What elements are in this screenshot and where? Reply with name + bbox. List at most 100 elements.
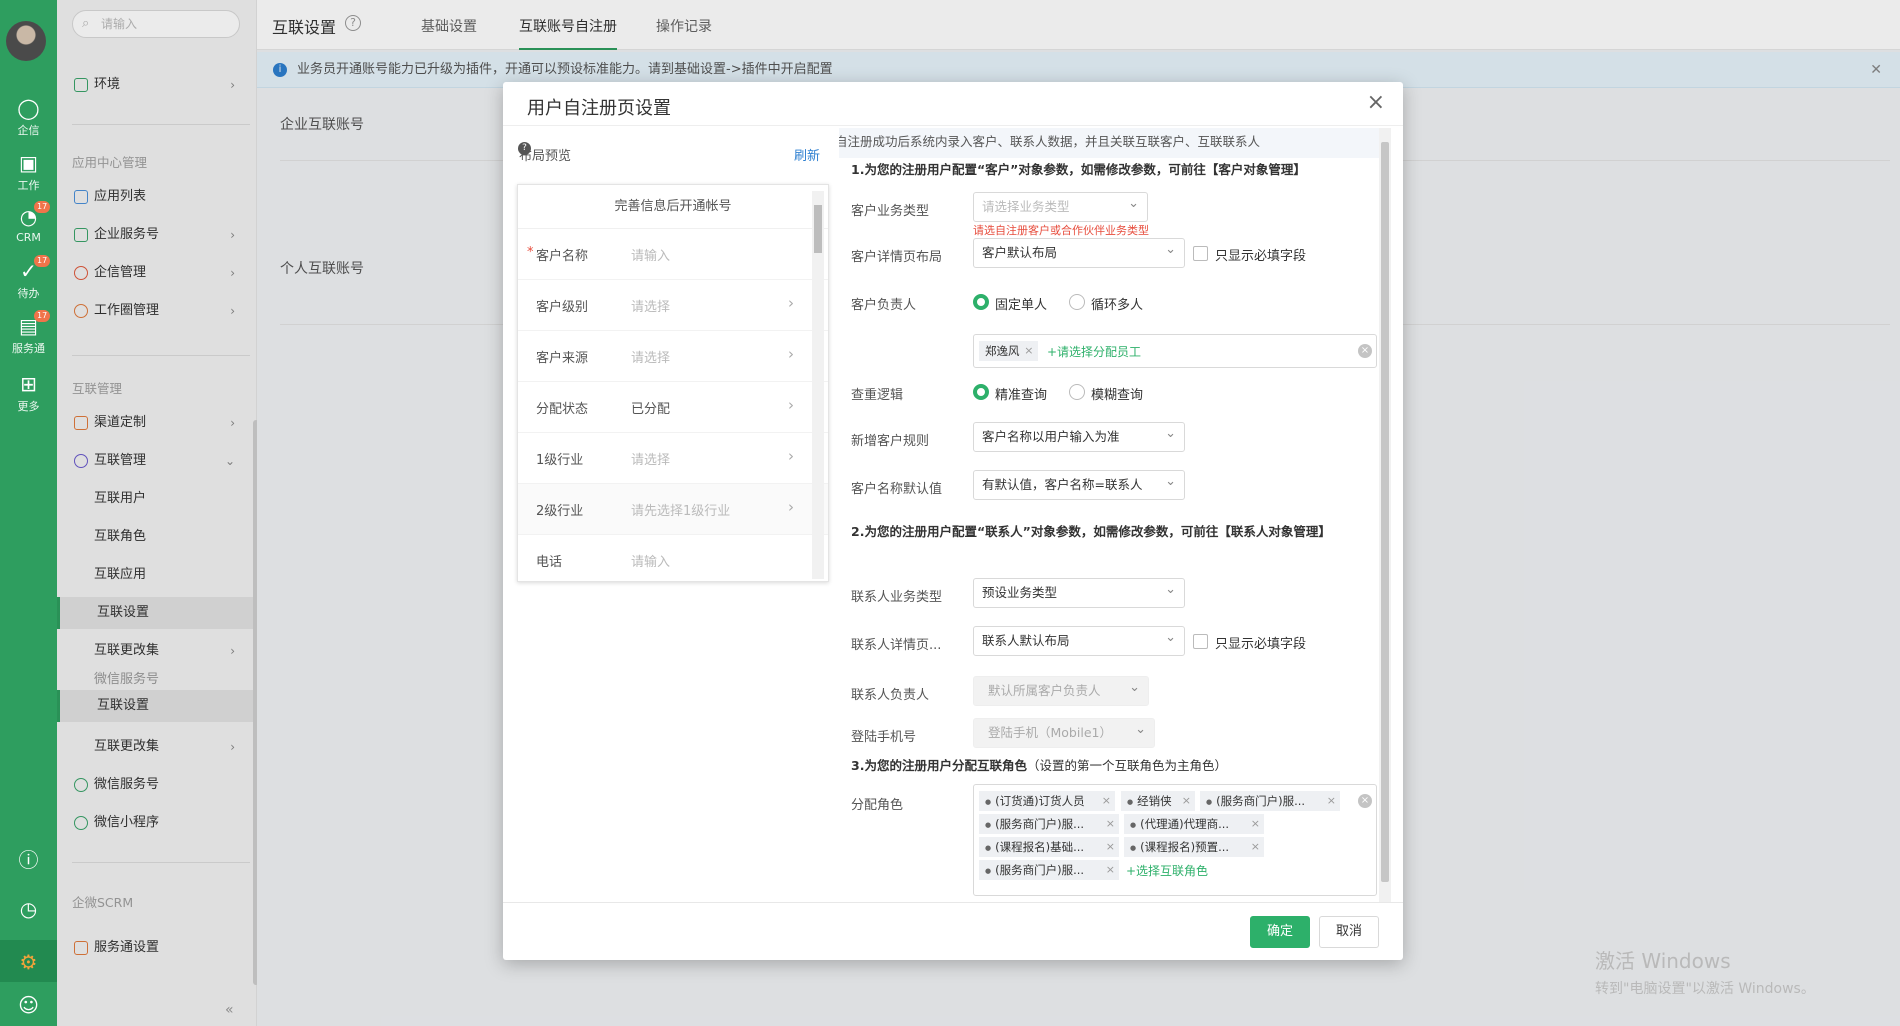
form-scroll-thumb[interactable] xyxy=(1381,142,1389,882)
remove-tag-icon[interactable]: × xyxy=(1102,791,1111,811)
remove-tag-icon[interactable]: × xyxy=(1106,837,1115,857)
customer-layout-value: 客户默认布局 xyxy=(982,245,1058,260)
preview-row-label: 客户来源 xyxy=(536,351,589,366)
add-staff-link[interactable]: +请选择分配员工 xyxy=(1047,343,1141,360)
role-tag: (服务商门户)服... × xyxy=(979,814,1119,834)
role-tag-text: 经销侠 xyxy=(1137,794,1172,808)
contact-owner-label: 联系人负责人 xyxy=(851,688,930,703)
user-settings-button[interactable]: ☺ xyxy=(0,993,57,1019)
contact-layout-value: 联系人默认布局 xyxy=(982,633,1070,648)
rail-label: 待办 xyxy=(17,287,40,300)
role-tag-text: (课程报名)基础... xyxy=(995,840,1085,854)
remove-tag-icon[interactable]: × xyxy=(1251,837,1260,857)
clear-icon[interactable]: × xyxy=(1358,794,1372,808)
login-phone-select: 登陆手机（Mobile1） xyxy=(973,718,1155,748)
help-icon: ⓘ xyxy=(18,848,39,872)
preview-row-label: 客户名称 xyxy=(527,245,588,264)
preview-row-value: 请先选择1级行业 xyxy=(631,504,731,519)
preview-scroll-thumb[interactable] xyxy=(814,205,822,253)
rail-item-crm[interactable]: ◔ 17 CRM xyxy=(0,201,57,244)
role-tag-text: (服务商门户)服... xyxy=(995,863,1085,877)
preview-row: 分配状态 已分配 › xyxy=(518,382,828,433)
rail-item-todo[interactable]: ✓ 17 待办 xyxy=(0,255,57,301)
help-button[interactable]: ⓘ xyxy=(0,848,57,874)
remove-tag-icon[interactable]: × xyxy=(1251,814,1260,834)
watermark-line1: 激活 Windows xyxy=(1595,949,1731,973)
chat-bubble-icon: ◯ xyxy=(17,96,40,120)
contact-type-select[interactable]: 预设业务类型 xyxy=(973,578,1185,608)
required-only-checkbox-2[interactable]: 只显示必填字段 xyxy=(1193,633,1306,652)
owner-rotate-radio[interactable]: 循环多人 xyxy=(1069,294,1143,313)
chevron-right-icon: › xyxy=(788,396,794,414)
contact-layout-select[interactable]: 联系人默认布局 xyxy=(973,626,1185,656)
checkbox-label: 只显示必填字段 xyxy=(1215,249,1307,264)
dedup-label: 查重逻辑 xyxy=(851,388,904,403)
role-field[interactable]: (订货通)订货人员 × 经销侠 × (服务商门户)服... × (服务商门户)服...… xyxy=(973,784,1377,896)
info-banner: 自注册成功后系统内录入客户、联系人数据，并且关联互联客户、互联联系人 xyxy=(839,128,1381,158)
app-window: ◯ 企信 ▣ 工作 ◔ 17 CRM ✓ 17 待办 ▤ 17 服务通 ⊞ 更多… xyxy=(0,0,1900,1026)
close-icon[interactable]: × xyxy=(1367,90,1385,115)
contact-owner-select: 默认所属客户负责人 xyxy=(973,676,1149,706)
preview-row: 电话 请输入 xyxy=(518,535,828,581)
history-button[interactable]: ◷ xyxy=(0,897,57,923)
customer-type-label: 客户业务类型 xyxy=(851,204,930,219)
preview-row-value: 已分配 xyxy=(631,402,671,417)
section-contact: 2.为您的注册用户配置“联系人”对象参数，如需修改参数，可前往【联系人对象管理】 xyxy=(851,524,1331,539)
avatar[interactable] xyxy=(6,21,46,61)
default-name-select[interactable]: 有默认值，客户名称=联系人 xyxy=(973,470,1185,500)
clock-icon: ◷ xyxy=(19,897,38,921)
gear-icon: ⚙ xyxy=(19,950,38,974)
left-rail: ◯ 企信 ▣ 工作 ◔ 17 CRM ✓ 17 待办 ▤ 17 服务通 ⊞ 更多… xyxy=(0,0,57,1026)
watermark-line2: 转到"电脑设置"以激活 Windows。 xyxy=(1595,981,1815,997)
customer-layout-select[interactable]: 客户默认布局 xyxy=(973,238,1185,268)
dedup-fuzzy-radio[interactable]: 模糊查询 xyxy=(1069,384,1143,403)
owner-fixed-radio[interactable]: 固定单人 xyxy=(973,294,1047,313)
question-icon[interactable]: ? xyxy=(518,142,531,155)
rail-item-more[interactable]: ⊞ 更多 xyxy=(0,372,57,414)
login-phone-value: 登陆手机（Mobile1） xyxy=(988,725,1112,740)
customer-owner-label: 客户负责人 xyxy=(851,298,917,313)
role-tag: (课程报名)预置... × xyxy=(1124,837,1264,857)
remove-tag-icon[interactable]: × xyxy=(1182,791,1191,811)
default-name-label: 客户名称默认值 xyxy=(851,482,943,497)
rail-item-work[interactable]: ▣ 工作 xyxy=(0,151,57,193)
radio-label: 模糊查询 xyxy=(1091,388,1144,403)
chevron-right-icon: › xyxy=(788,498,794,516)
add-role-link[interactable]: +选择互联角色 xyxy=(1126,862,1208,879)
checkbox-label: 只显示必填字段 xyxy=(1215,637,1307,652)
settings-form: 自注册成功后系统内录入客户、联系人数据，并且关联互联客户、互联联系人 1.为您的… xyxy=(839,128,1391,902)
required-only-checkbox[interactable]: 只显示必填字段 xyxy=(1193,245,1306,264)
briefcase-icon: ▣ xyxy=(19,151,38,175)
windows-watermark: 激活 Windows 转到"电脑设置"以激活 Windows。 xyxy=(1595,945,1815,998)
remove-tag-icon[interactable]: × xyxy=(1106,814,1115,834)
settings-dialog: 用户自注册页设置 × ?布局预览 刷新 完善信息后开通帐号 客户名称请输入客户级… xyxy=(503,82,1403,960)
user-icon: ☺ xyxy=(18,993,39,1017)
cancel-button[interactable]: 取消 xyxy=(1319,916,1379,948)
role-tag-text: (代理通)代理商... xyxy=(1140,817,1230,831)
preview-row-value: 请选择 xyxy=(631,453,671,468)
preview-row: 客户来源 请选择 › xyxy=(518,331,828,382)
remove-tag-icon[interactable]: × xyxy=(1106,860,1115,880)
login-phone-label: 登陆手机号 xyxy=(851,730,917,745)
new-customer-rule-label: 新增客户规则 xyxy=(851,434,930,449)
rail-item-qixin[interactable]: ◯ 企信 xyxy=(0,96,57,138)
settings-button[interactable]: ⚙ xyxy=(0,950,57,976)
clear-icon[interactable]: × xyxy=(1358,344,1372,358)
remove-tag-icon[interactable]: × xyxy=(1327,791,1336,811)
owner-staff-field[interactable]: 郑逸风 × +请选择分配员工 × xyxy=(973,334,1377,368)
preview-rows: 客户名称请输入客户级别请选择›客户来源请选择›分配状态已分配›1级行业请选择›2… xyxy=(518,229,828,581)
preview-row-value: 请输入 xyxy=(631,249,671,264)
rail-item-service[interactable]: ▤ 17 服务通 xyxy=(0,310,57,356)
customer-type-select[interactable]: 请选择业务类型 xyxy=(973,192,1148,222)
dialog-title: 用户自注册页设置 xyxy=(527,98,671,119)
dedup-exact-radio[interactable]: 精准查询 xyxy=(973,384,1047,403)
remove-tag-icon[interactable]: × xyxy=(1024,341,1033,361)
refresh-link[interactable]: 刷新 xyxy=(794,145,820,164)
contact-owner-value: 默认所属客户负责人 xyxy=(988,683,1101,698)
new-customer-rule-select[interactable]: 客户名称以用户输入为准 xyxy=(973,422,1185,452)
rail-badge: 17 xyxy=(34,201,51,213)
confirm-button[interactable]: 确定 xyxy=(1250,916,1310,948)
radio-label: 精准查询 xyxy=(995,388,1048,403)
role-tag-text: (服务商门户)服... xyxy=(995,817,1085,831)
rail-label: 企信 xyxy=(17,124,40,137)
